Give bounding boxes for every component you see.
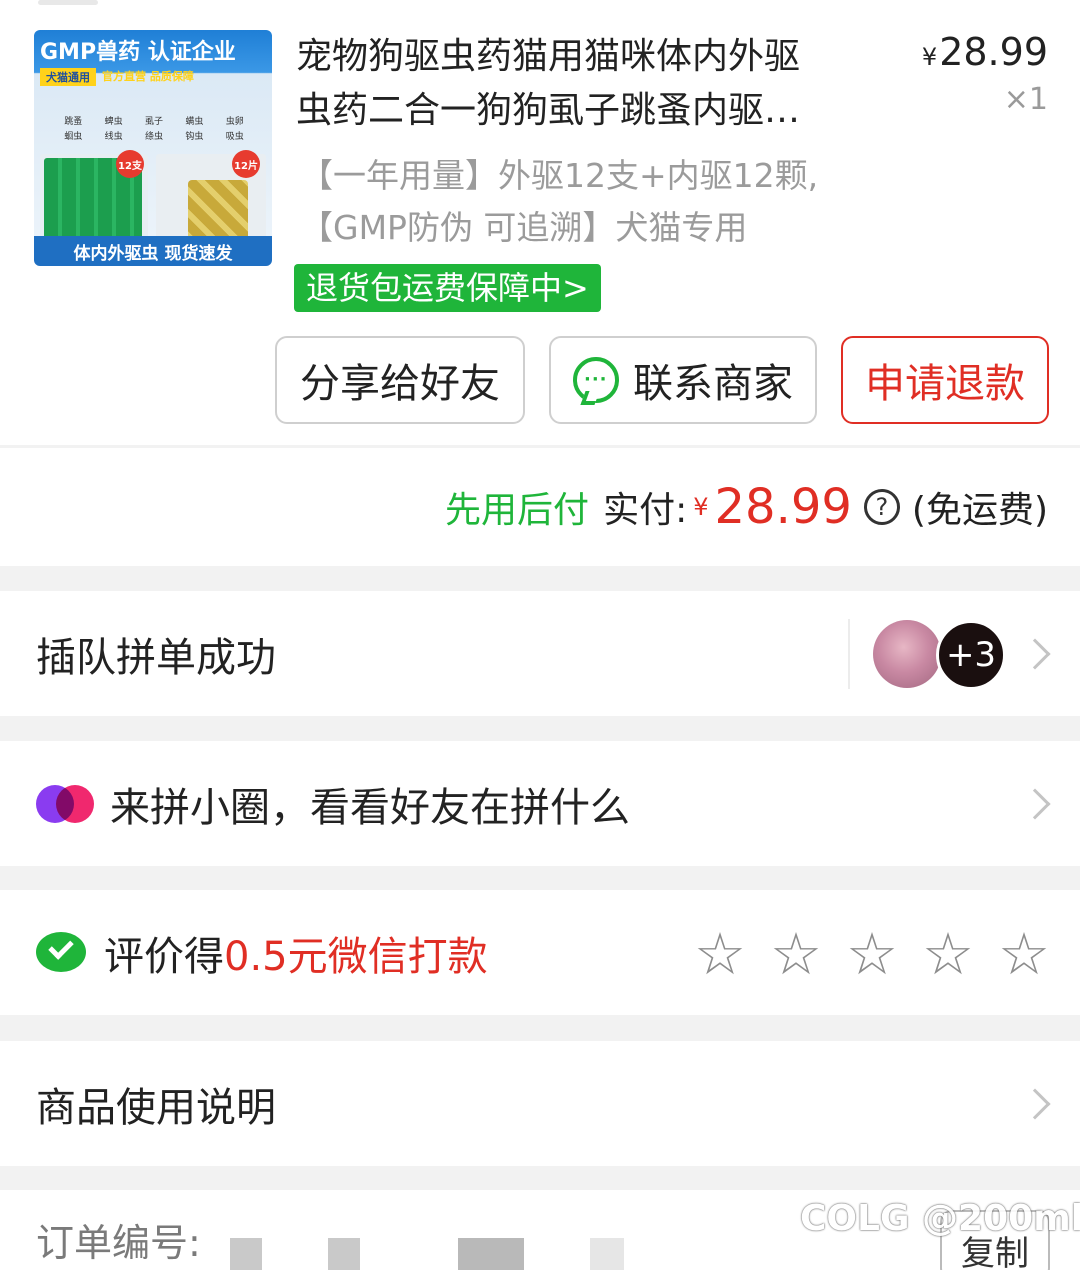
star-icon[interactable]: ☆ xyxy=(998,924,1050,984)
thumb-grid-item: 线虫 xyxy=(104,132,123,142)
product-thumbnail[interactable]: GMP兽药 认证企业 犬猫通用 官方直营 品质保障 跳蚤 蜱虫 虱子 螨虫 虫卵… xyxy=(34,30,272,266)
star-icon[interactable]: ☆ xyxy=(770,924,822,984)
product-title-line2: 虫药二合一狗狗虱子跳蚤内驱… xyxy=(296,90,801,131)
product-manual-row[interactable]: 商品使用说明 xyxy=(0,1041,1080,1166)
share-button-label: 分享给好友 xyxy=(300,361,500,407)
friend-circle-row[interactable]: 来拼小圈，看看好友在拼什么 xyxy=(0,741,1080,866)
thumb-tag: 犬猫通用 xyxy=(40,68,96,86)
thumb-footer: 体内外驱虫 现货速发 xyxy=(34,236,272,266)
paid-label: 实付: xyxy=(603,490,688,531)
pay-later-label: 先用后付 xyxy=(445,490,590,531)
group-divider xyxy=(848,619,850,689)
chevron-right-icon xyxy=(1019,1087,1051,1120)
review-reward-amount: 0.5元微信打款 xyxy=(224,933,488,980)
thumb-headline: GMP兽药 认证企业 xyxy=(40,40,236,65)
paid-amount: 28.99 xyxy=(714,479,852,535)
circle-logo-icon xyxy=(36,785,94,823)
contact-merchant-label: 联系商家 xyxy=(633,361,793,407)
thumb-badge-left: 12支 xyxy=(116,150,144,178)
thumb-grid-item: 虫卵 xyxy=(225,117,244,127)
watermark: COLG @200ml xyxy=(800,1198,1080,1239)
thumb-grid-item: 吸虫 xyxy=(225,132,244,142)
thumb-grid-item: 螨虫 xyxy=(185,117,204,127)
product-spec-line2: 【GMP防伪 可追溯】犬猫专用 xyxy=(300,208,748,247)
thumb-grid-item: 蛔虫 xyxy=(64,132,83,142)
thumb-badge-right: 12片 xyxy=(232,150,260,178)
product-title[interactable]: 宠物狗驱虫药猫用猫咪体内外驱 虫药二合一狗狗虱子跳蚤内驱… xyxy=(296,30,876,138)
chat-bubble-icon: ··· xyxy=(573,357,619,403)
review-reward-row: 评价得0.5元微信打款 ☆ ☆ ☆ ☆ ☆ xyxy=(0,890,1080,1015)
review-prefix: 评价得 xyxy=(104,933,224,980)
product-manual-title: 商品使用说明 xyxy=(36,1084,276,1131)
payment-summary: 先用后付 实付: ¥ 28.99 ? (免运费) xyxy=(0,448,1080,566)
star-icon[interactable]: ☆ xyxy=(694,924,746,984)
unit-price-value: 28.99 xyxy=(939,30,1048,74)
star-icon[interactable]: ☆ xyxy=(922,924,974,984)
thumb-grid-item: 钩虫 xyxy=(185,132,204,142)
thumb-tag-sub: 官方直营 品质保障 xyxy=(102,70,194,83)
paid-currency: ¥ xyxy=(693,493,709,521)
star-rating[interactable]: ☆ ☆ ☆ ☆ ☆ xyxy=(694,924,1050,984)
thumb-tagline: 犬猫通用 官方直营 品质保障 xyxy=(40,68,266,86)
more-members-badge: +3 xyxy=(936,620,1006,690)
refund-button-label: 申请退款 xyxy=(865,361,1025,407)
product-spec: 【一年用量】外驱12支+内驱12颗, 【GMP防伪 可追溯】犬猫专用 xyxy=(300,150,900,254)
refund-button[interactable]: 申请退款 xyxy=(841,336,1049,424)
thumb-grid-item: 跳蚤 xyxy=(64,117,83,127)
thumb-grid-item: 绦虫 xyxy=(144,132,163,142)
thumb-parasite-grid: 跳蚤 蜱虫 虱子 螨虫 虫卵 蛔虫 线虫 绦虫 钩虫 吸虫 xyxy=(54,114,254,142)
quantity: ×1 xyxy=(1003,82,1048,117)
thumb-grid-item: 虱子 xyxy=(144,117,163,127)
redacted-order-digit xyxy=(590,1238,624,1270)
redacted-order-digit xyxy=(458,1238,524,1270)
return-shipping-guarantee-badge[interactable]: 退货包运费保障中> xyxy=(294,264,601,312)
unit-price-symbol: ¥ xyxy=(921,43,938,71)
product-card: GMP兽药 认证企业 犬猫通用 官方直营 品质保障 跳蚤 蜱虫 虱子 螨虫 虫卵… xyxy=(0,0,1080,445)
help-question-icon[interactable]: ? xyxy=(863,489,900,525)
top-divider xyxy=(38,0,98,5)
review-reward-text: 评价得0.5元微信打款 xyxy=(104,924,488,982)
free-shipping-note: (免运费) xyxy=(911,490,1048,531)
wechat-pay-icon xyxy=(36,932,88,976)
order-number-label: 订单编号: xyxy=(36,1221,201,1265)
chevron-right-icon xyxy=(1019,787,1051,820)
star-icon[interactable]: ☆ xyxy=(846,924,898,984)
product-spec-line1: 【一年用量】外驱12支+内驱12颗, xyxy=(300,156,819,195)
share-button[interactable]: 分享给好友 xyxy=(275,336,525,424)
redacted-order-digit xyxy=(230,1238,262,1270)
product-title-line1: 宠物狗驱虫药猫用猫咪体内外驱 xyxy=(296,36,801,77)
chevron-right-icon xyxy=(1019,637,1051,670)
redacted-order-digit xyxy=(328,1238,360,1270)
avatar xyxy=(873,620,941,688)
thumb-grid-item: 蜱虫 xyxy=(104,117,123,127)
contact-merchant-button[interactable]: ··· 联系商家 xyxy=(549,336,817,424)
group-buy-title: 插队拼单成功 xyxy=(36,634,276,681)
friend-circle-text: 来拼小圈，看看好友在拼什么 xyxy=(110,784,630,831)
unit-price: ¥28.99 xyxy=(922,30,1048,74)
